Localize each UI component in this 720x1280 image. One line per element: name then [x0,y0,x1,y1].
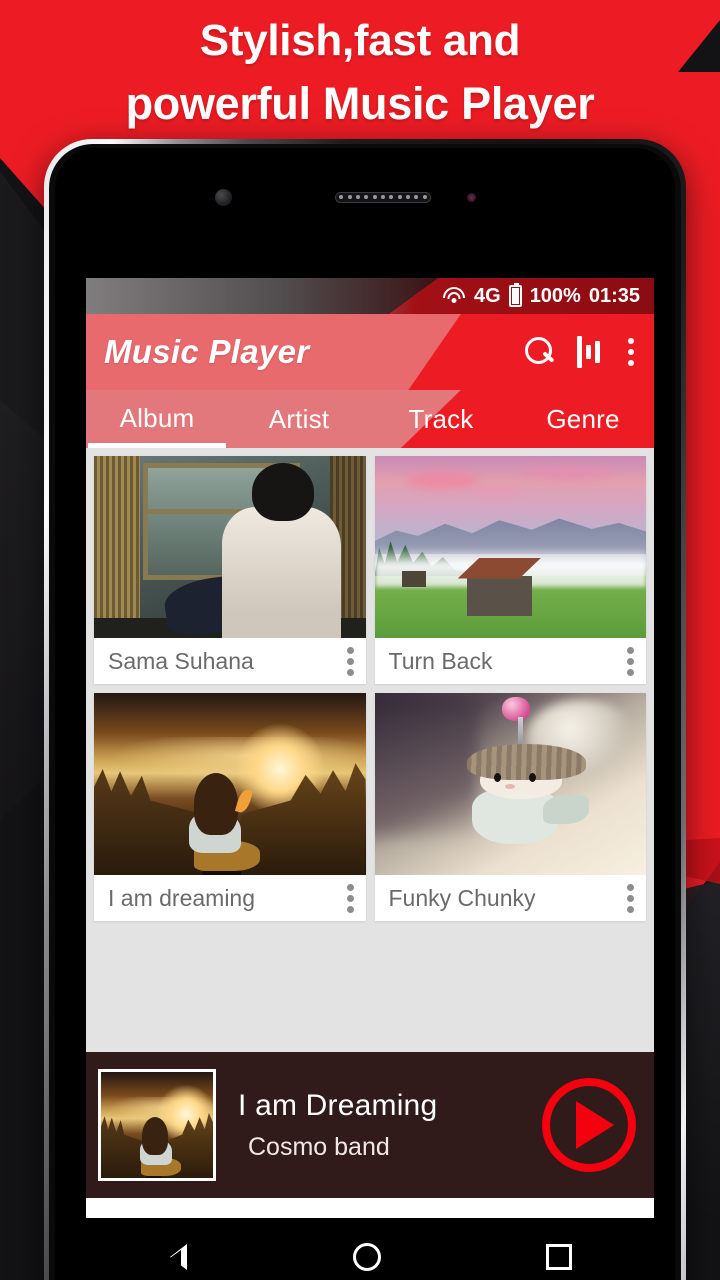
tab-album[interactable]: Album [86,390,228,448]
home-circle-icon[interactable] [352,1243,381,1271]
tab-track-label: Track [408,403,474,434]
phone-screen: 4G 100% 01:35 Music Player Album Artist … [86,278,654,1218]
album-card-footer: Funky Chunky [374,875,646,921]
tab-artist[interactable]: Artist [228,390,370,448]
phone-sensor-row [55,184,675,210]
tab-track[interactable]: Track [370,390,512,448]
tab-bar: Album Artist Track Genre [86,390,654,448]
overflow-menu-icon[interactable] [341,645,360,678]
tab-genre[interactable]: Genre [512,390,654,448]
tab-artist-label: Artist [268,403,330,434]
play-icon[interactable] [542,1078,636,1172]
promo-headline-line1: Stylish,fast and [199,16,521,65]
phone-bezel: 4G 100% 01:35 Music Player Album Artist … [55,148,675,1280]
album-card[interactable]: I am dreaming [94,693,366,921]
app-title: Music Player [104,333,310,370]
now-playing-title: I am Dreaming [238,1088,438,1122]
overflow-menu-icon[interactable] [621,645,640,678]
album-card-footer: I am dreaming [94,875,366,921]
overflow-menu-icon[interactable] [622,336,640,368]
search-icon[interactable] [525,337,555,367]
status-bar: 4G 100% 01:35 [86,278,654,314]
album-grid: Sama Suhana Turn Back I am dreaming Funk… [86,448,654,1052]
now-playing-thumbnail [98,1069,216,1181]
album-artwork-image [94,456,366,638]
album-card[interactable]: Sama Suhana [94,456,366,684]
android-nav-bar [86,1218,654,1280]
promo-headline: Stylish,fast and powerful Music Player [0,10,720,136]
now-playing-text: I am Dreaming Cosmo band [216,1089,542,1162]
now-playing-bar[interactable]: I am Dreaming Cosmo band [86,1052,654,1198]
album-title: I am dreaming [108,884,256,911]
clock-label: 01:35 [588,284,640,307]
album-card-footer: Turn Back [374,638,646,684]
album-artwork-image [94,693,366,875]
album-title: Funky Chunky [388,884,536,911]
app-bar: Music Player [86,314,654,390]
album-title: Sama Suhana [108,647,254,674]
album-card[interactable]: Funky Chunky [374,693,646,921]
tab-album-label: Album [119,402,195,433]
tab-genre-label: Genre [546,403,620,434]
back-triangle-icon[interactable] [168,1240,188,1274]
battery-percent-label: 100% [529,284,581,307]
promo-headline-line2: powerful Music Player [125,78,595,130]
overflow-menu-icon[interactable] [621,882,640,915]
front-camera-icon [215,188,232,206]
now-playing-artist: Cosmo band [248,1132,390,1161]
phone-mockup: 4G 100% 01:35 Music Player Album Artist … [44,139,686,1280]
app-bar-actions [525,336,640,368]
album-artwork-image [374,456,646,638]
notification-led-icon [467,192,476,202]
phone-inner-frame: 4G 100% 01:35 Music Player Album Artist … [49,144,681,1280]
recents-square-icon[interactable] [545,1244,572,1270]
album-title: Turn Back [388,647,493,674]
album-artwork-image [374,693,646,875]
overflow-menu-icon[interactable] [341,882,360,915]
album-card[interactable]: Turn Back [374,456,646,684]
network-type-label: 4G [474,284,501,307]
battery-icon [508,283,522,307]
equalizer-icon[interactable] [577,336,600,368]
album-card-footer: Sama Suhana [94,638,366,684]
earpiece-speaker-icon [335,191,431,203]
wifi-icon [442,287,466,305]
